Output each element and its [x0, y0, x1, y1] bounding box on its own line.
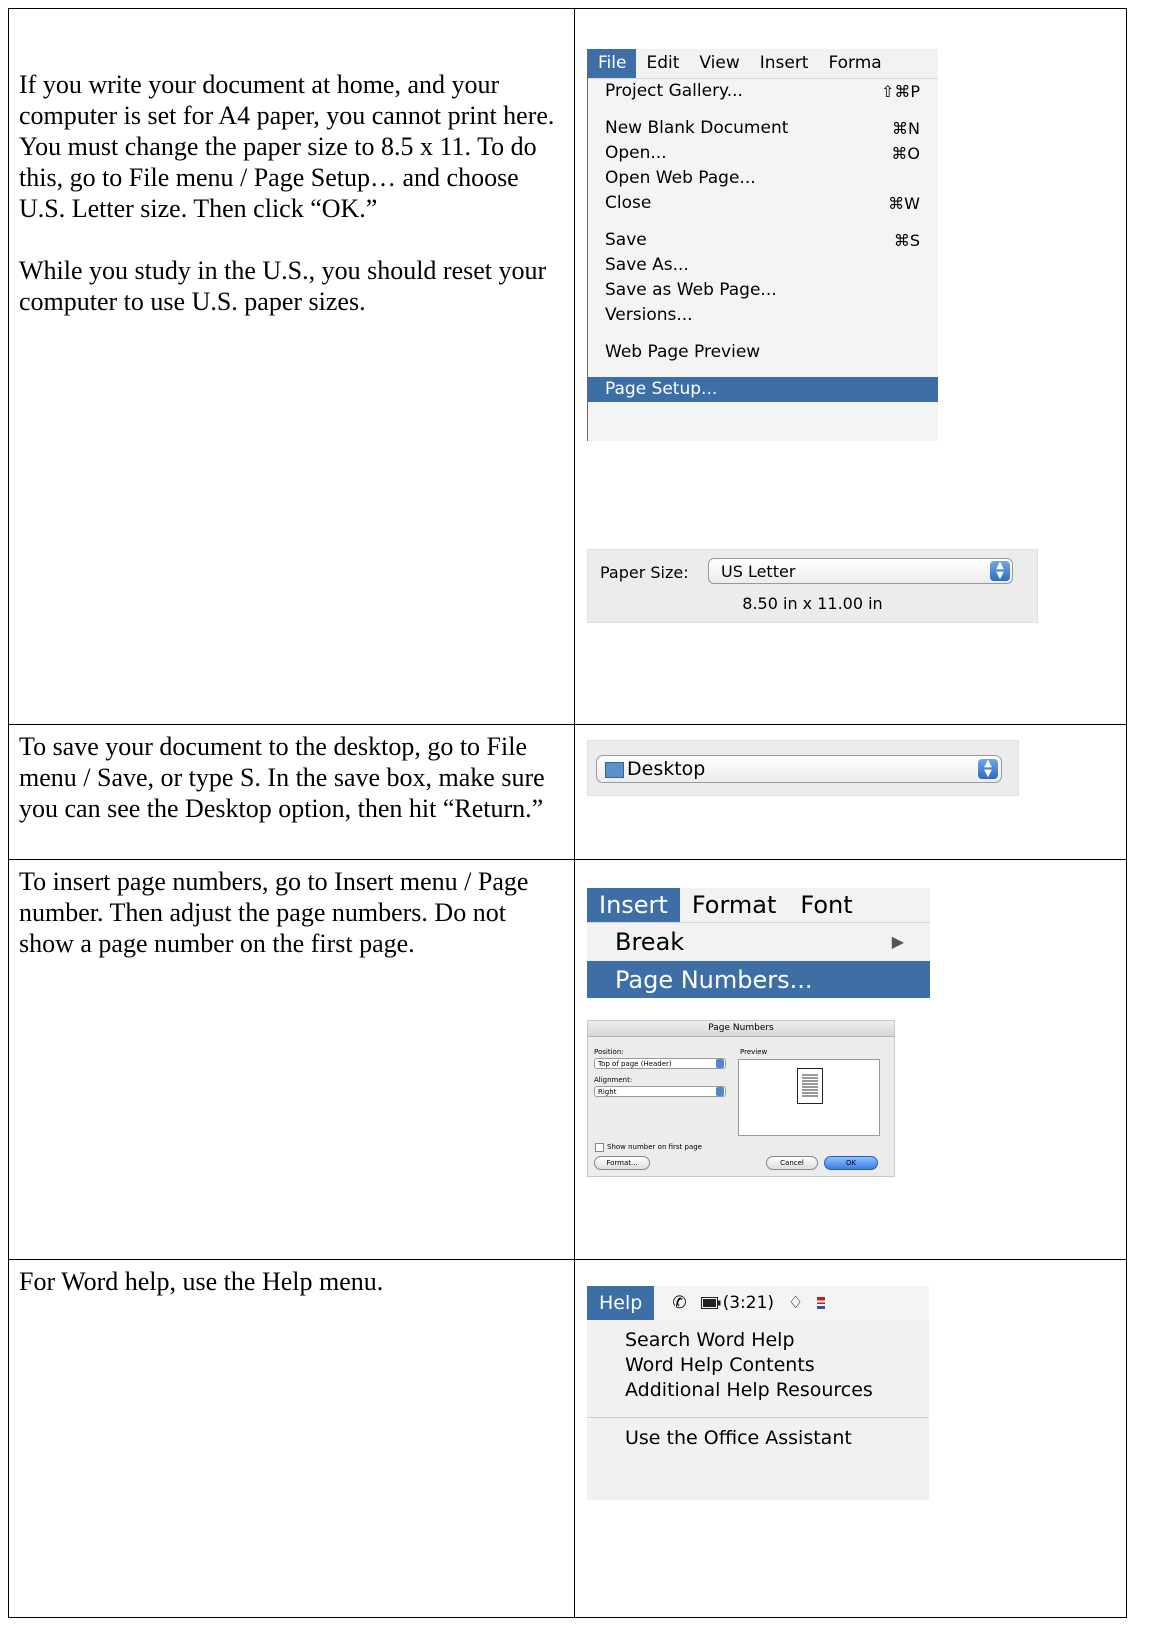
instruction-cell: If you write your document at home, and …: [8, 8, 575, 725]
menu-bar: Insert Format Font: [587, 888, 930, 923]
instruction-table: If you write your document at home, and …: [8, 8, 1127, 1618]
save-location-select[interactable]: Desktop ▲ ▼: [596, 755, 1002, 783]
instruction-cell: For Word help, use the Help menu.: [8, 1259, 575, 1618]
menu-insert[interactable]: Insert: [587, 888, 680, 922]
alignment-label: Alignment:: [594, 1076, 633, 1084]
menu-item-new-blank-document[interactable]: New Blank Document ⌘N: [588, 116, 938, 141]
shortcut-label: ⌘W: [888, 194, 920, 213]
menu-item-save-as-web-page[interactable]: Save as Web Page...: [588, 278, 938, 303]
menu-item-break[interactable]: Break ▶: [587, 923, 930, 961]
ok-button[interactable]: OK: [824, 1156, 878, 1170]
paper-size-panel: Paper Size: US Letter ▲ ▼ 8.50 in x 11.00…: [587, 549, 1038, 623]
menu-item-project-gallery[interactable]: Project Gallery... ⇧⌘P: [588, 79, 938, 104]
menu-bar: File Edit View Insert Forma: [588, 49, 938, 79]
menu-item-open-web-page[interactable]: Open Web Page...: [588, 166, 938, 191]
show-first-page-checkbox[interactable]: [595, 1143, 604, 1152]
help-menu: Help ✆ (3:21) ♢ Search Word Help Word He…: [587, 1286, 929, 1500]
screenshot-cell: Insert Format Font Break ▶ Page Numbers.…: [574, 859, 1127, 1260]
menu-item-page-numbers[interactable]: Page Numbers...: [587, 961, 930, 998]
menu-insert[interactable]: Insert: [750, 49, 819, 78]
shortcut-label: ⌘N: [892, 119, 920, 138]
menu-item-web-page-preview[interactable]: Web Page Preview: [588, 340, 938, 365]
screenshot-cell: Desktop ▲ ▼: [574, 724, 1127, 860]
instruction-cell: To save your document to the desktop, go…: [8, 724, 575, 860]
shortcut-label: ⇧⌘P: [880, 82, 920, 101]
battery-time: (3:21): [722, 1293, 775, 1313]
wifi-icon: ♢: [788, 1293, 804, 1313]
instruction-paragraph: If you write your document at home, and …: [19, 70, 555, 223]
menu-item-word-help-contents[interactable]: Word Help Contents: [587, 1353, 929, 1378]
menu-item-page-setup[interactable]: Page Setup...: [588, 377, 938, 402]
page-preview-icon: [797, 1068, 823, 1104]
desktop-folder-icon: [605, 762, 624, 778]
position-select[interactable]: Top of page (Header): [594, 1058, 726, 1069]
menu-help[interactable]: Help: [587, 1286, 655, 1320]
shortcut-label: ⌘S: [893, 231, 920, 250]
popup-arrows-icon: ▲ ▼: [990, 561, 1010, 581]
menu-item-close[interactable]: Close ⌘W: [588, 191, 938, 216]
dialog-title: Page Numbers: [588, 1021, 894, 1037]
cancel-button[interactable]: Cancel: [766, 1156, 818, 1170]
page-preview: [738, 1059, 880, 1136]
shortcut-label: ⌘O: [891, 144, 920, 163]
popup-arrows-icon: [716, 1087, 724, 1096]
paper-size-label: Paper Size:: [600, 563, 689, 582]
submenu-arrow-icon: ▶: [891, 932, 904, 951]
save-location-panel: Desktop ▲ ▼: [587, 740, 1019, 796]
menu-item-save[interactable]: Save ⌘S: [588, 228, 938, 253]
page-numbers-dialog: Page Numbers Position: Top of page (Head…: [587, 1020, 895, 1177]
alignment-select[interactable]: Right: [594, 1086, 726, 1097]
show-first-page-label: Show number on first page: [607, 1143, 702, 1151]
paper-dimensions: 8.50 in x 11.00 in: [742, 594, 883, 613]
insert-menu: Insert Format Font Break ▶ Page Numbers.…: [587, 888, 930, 998]
menu-format[interactable]: Format: [680, 888, 789, 922]
table-row: To save your document to the desktop, go…: [8, 724, 1127, 860]
instruction-paragraph: For Word help, use the Help menu.: [19, 1267, 384, 1296]
battery-icon: (3:21): [700, 1293, 775, 1313]
file-menu: File Edit View Insert Forma Project Gall…: [587, 49, 938, 441]
paper-size-select[interactable]: US Letter ▲ ▼: [708, 558, 1013, 584]
menu-font[interactable]: Font: [788, 888, 864, 922]
menu-item-search-word-help[interactable]: Search Word Help: [587, 1328, 929, 1353]
instruction-paragraph: To insert page numbers, go to Insert men…: [19, 867, 529, 958]
screenshot-cell: Help ✆ (3:21) ♢ Search Word Help Word He…: [574, 1259, 1127, 1618]
menu-item-additional-help-resources[interactable]: Additional Help Resources: [587, 1378, 929, 1403]
table-row: To insert page numbers, go to Insert men…: [8, 859, 1127, 1260]
screenshot-cell: File Edit View Insert Forma Project Gall…: [574, 8, 1127, 725]
menu-file[interactable]: File: [588, 49, 637, 78]
instruction-cell: To insert page numbers, go to Insert men…: [8, 859, 575, 1260]
popup-arrows-icon: [716, 1059, 724, 1068]
flag-icon: [817, 1297, 826, 1309]
popup-arrows-icon: ▲ ▼: [978, 759, 998, 779]
menu-edit[interactable]: Edit: [636, 49, 689, 78]
menu-format[interactable]: Forma: [818, 49, 891, 78]
menu-item-save-as[interactable]: Save As...: [588, 253, 938, 278]
table-row: If you write your document at home, and …: [8, 8, 1127, 725]
preview-label: Preview: [740, 1048, 768, 1056]
menu-bar: Help ✆ (3:21) ♢: [587, 1286, 929, 1320]
menu-item-open[interactable]: Open... ⌘O: [588, 141, 938, 166]
menu-item-use-office-assistant[interactable]: Use the Office Assistant: [587, 1426, 929, 1451]
instruction-paragraph: To save your document to the desktop, go…: [19, 732, 545, 823]
instruction-paragraph: While you study in the U.S., you should …: [19, 256, 547, 316]
table-row: For Word help, use the Help menu. Help ✆…: [8, 1259, 1127, 1618]
menu-item-versions[interactable]: Versions...: [588, 303, 938, 328]
status-area: ✆ (3:21) ♢: [672, 1293, 826, 1313]
menu-view[interactable]: View: [689, 49, 749, 78]
phone-icon: ✆: [672, 1293, 687, 1313]
format-button[interactable]: Format...: [594, 1156, 650, 1170]
position-label: Position:: [594, 1048, 624, 1056]
